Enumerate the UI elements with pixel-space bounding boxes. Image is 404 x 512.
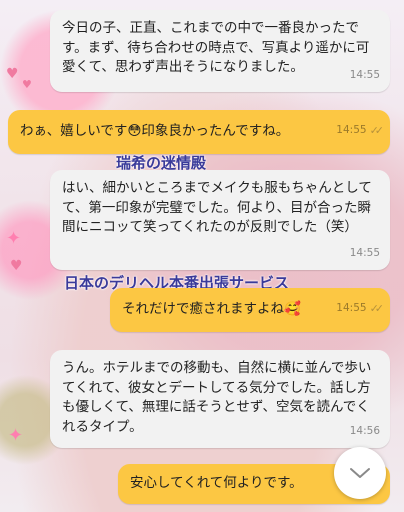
message-time: 14:56 <box>349 424 380 437</box>
outgoing-message[interactable]: わぁ、嬉しいです😳印象良かったんですね。 14:55 ✓✓ <box>8 110 390 154</box>
heart-icon: ♥ <box>6 66 19 82</box>
heart-icon: ♥ <box>10 258 23 274</box>
message-text: 印象良かったんですね。 <box>141 123 290 139</box>
incoming-message[interactable]: うん。ホテルまでの移動も、自然に横に並んで歩いてくれて、彼女とデートしてる気分で… <box>50 350 390 448</box>
smiling-face-with-hearts-emoji: 🥰 <box>284 301 301 317</box>
message-text: うん。ホテルまでの移動も、自然に横に並んで歩いてくれて、彼女とデートしてる気分で… <box>62 360 372 435</box>
incoming-message[interactable]: 今日の子、正直、これまでの中で一番良かったです。まず、待ち合わせの時点で、写真よ… <box>50 10 390 92</box>
chevron-down-icon <box>350 468 370 478</box>
sparkle-icon: ✦ <box>6 228 22 249</box>
double-check-icon: ✓✓ <box>369 301 385 315</box>
incoming-message[interactable]: はい、細かいところまでメイクも服もちゃんとしてて、第一印象が完璧でした。何より、… <box>50 170 390 270</box>
double-check-icon: ✓✓ <box>369 123 385 137</box>
message-time: 14:55 <box>336 301 367 314</box>
heart-icon: ♥ <box>22 78 32 91</box>
message-text: 今日の子、正直、これまでの中で一番良かったです。まず、待ち合わせの時点で、写真よ… <box>62 20 370 75</box>
message-time: 14:55 <box>349 68 380 81</box>
message-text: はい、細かいところまでメイクも服もちゃんとしてて、第一印象が完璧でした。何より、… <box>62 180 372 235</box>
flushed-face-emoji: 😳 <box>127 123 142 139</box>
message-time: 14:55 <box>336 123 367 136</box>
message-text: それだけで癒されますよね <box>122 301 284 317</box>
message-text: わぁ、嬉しいです <box>20 123 128 139</box>
scroll-to-bottom-button[interactable] <box>334 447 386 499</box>
outgoing-message[interactable]: それだけで癒されますよね🥰 14:55 ✓✓ <box>110 288 390 332</box>
message-time: 14:55 <box>349 246 380 259</box>
sparkle-icon: ✦ <box>8 425 24 446</box>
